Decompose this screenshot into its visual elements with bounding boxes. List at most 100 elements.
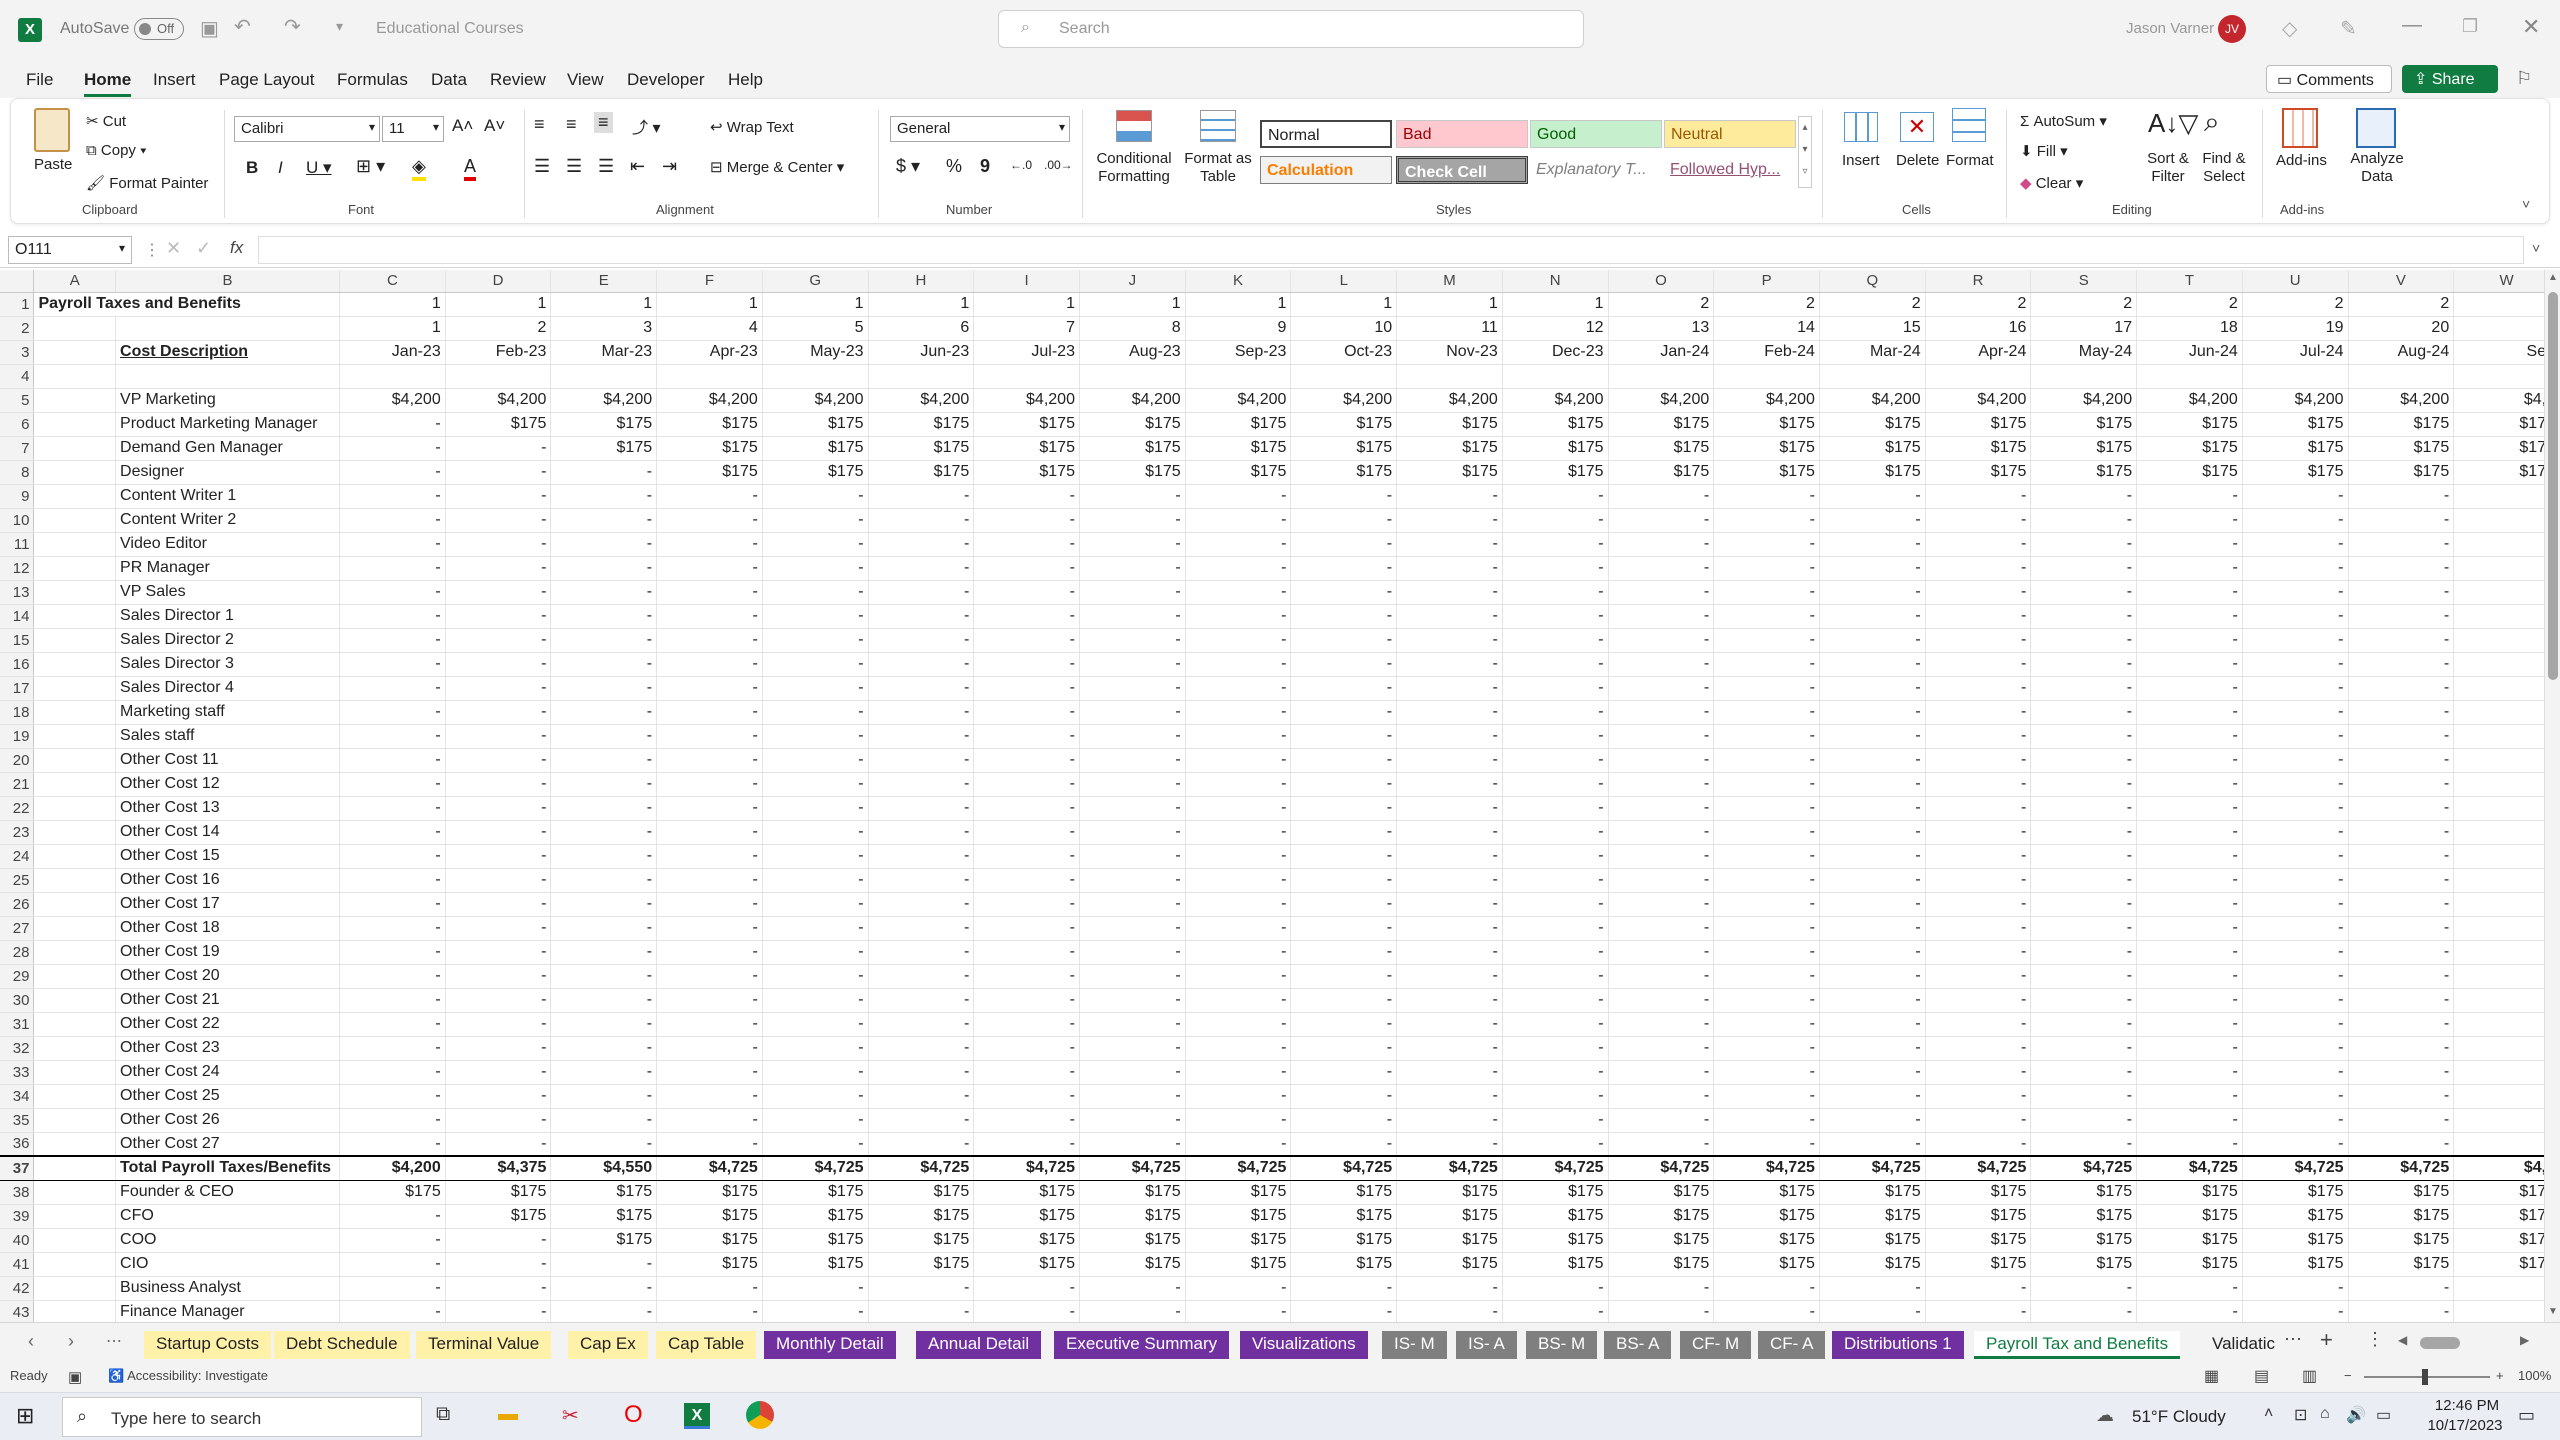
value-cell[interactable]: - <box>550 1060 658 1085</box>
value-cell[interactable]: - <box>1185 916 1292 941</box>
page-layout-view-icon[interactable]: ▤ <box>2254 1366 2269 1386</box>
value-cell[interactable]: $4,200 <box>656 388 763 413</box>
value-cell[interactable]: - <box>2348 796 2455 821</box>
value-cell[interactable]: - <box>762 1276 869 1301</box>
value-cell[interactable]: - <box>1925 964 2032 989</box>
value-cell[interactable]: $175 <box>973 1204 1080 1229</box>
value-cell[interactable]: - <box>1608 484 1715 509</box>
value-cell[interactable] <box>1713 364 1820 389</box>
value-cell[interactable]: - <box>550 1300 658 1322</box>
total-value-cell[interactable]: $4,725 <box>2030 1155 2138 1181</box>
value-cell[interactable]: - <box>1079 580 1186 605</box>
value-cell[interactable]: - <box>868 652 975 677</box>
styles-scroll[interactable]: ▴ ▾ ▿ <box>1798 116 1812 188</box>
cell[interactable] <box>33 820 117 845</box>
value-cell[interactable]: - <box>2136 772 2243 797</box>
value-cell[interactable]: $175 <box>550 436 658 461</box>
cost-label-cell[interactable]: Other Cost 14 <box>115 820 341 845</box>
increase-decimal-icon[interactable]: ←.0 <box>1010 158 1032 172</box>
month-header-cell[interactable]: Apr-23 <box>656 340 763 365</box>
sort-filter-icon[interactable]: A↓▽ <box>2148 108 2198 139</box>
value-cell[interactable]: - <box>1396 484 1503 509</box>
value-cell[interactable]: - <box>339 724 446 749</box>
value-cell[interactable]: $175 <box>445 1204 552 1229</box>
value-cell[interactable]: $175 <box>868 1204 975 1229</box>
value-cell[interactable]: - <box>973 988 1080 1013</box>
value-cell[interactable]: - <box>2348 916 2455 941</box>
value-cell[interactable]: $4,200 <box>1713 388 1820 413</box>
chrome-icon[interactable] <box>746 1401 774 1429</box>
row-header[interactable]: 13 <box>0 580 35 605</box>
value-cell[interactable]: $175 <box>2136 1252 2243 1277</box>
value-cell[interactable]: - <box>2348 964 2455 989</box>
value-cell[interactable]: - <box>1819 532 1926 557</box>
total-value-cell[interactable]: $4,725 <box>1713 1155 1820 1181</box>
currency-icon[interactable]: $ ▾ <box>896 156 920 177</box>
value-cell[interactable]: - <box>1502 1060 1609 1085</box>
value-cell[interactable]: - <box>1925 772 2032 797</box>
value-cell[interactable]: - <box>1502 796 1609 821</box>
value-cell[interactable]: - <box>2030 1300 2138 1322</box>
value-cell[interactable]: - <box>1502 724 1609 749</box>
period-year-cell[interactable]: 2 <box>2348 292 2455 317</box>
value-cell[interactable]: - <box>2242 940 2349 965</box>
value-cell[interactable]: - <box>2136 820 2243 845</box>
value-cell[interactable]: - <box>1396 940 1503 965</box>
network-icon[interactable]: ⌂ <box>2320 1405 2330 1423</box>
cost-label-cell[interactable]: Other Cost 22 <box>115 1012 341 1037</box>
value-cell[interactable]: - <box>339 484 446 509</box>
value-cell[interactable]: - <box>762 628 869 653</box>
style-check-cell[interactable]: Check Cell <box>1396 156 1528 184</box>
value-cell[interactable]: - <box>868 1036 975 1061</box>
format-painter-button[interactable]: 🖌 Format Painter <box>86 174 208 192</box>
value-cell[interactable]: - <box>2348 1036 2455 1061</box>
sheet-tab[interactable]: Annual Detail <box>916 1331 1042 1359</box>
value-cell[interactable]: - <box>2348 892 2455 917</box>
period-year-cell[interactable]: 2 <box>2030 292 2138 317</box>
period-index-cell[interactable]: 15 <box>1819 316 1926 341</box>
value-cell[interactable]: - <box>1713 916 1820 941</box>
value-cell[interactable]: - <box>445 796 552 821</box>
value-cell[interactable]: - <box>1925 1012 2032 1037</box>
value-cell[interactable]: - <box>656 676 763 701</box>
restore-icon[interactable]: ❐ <box>2462 16 2478 37</box>
decrease-decimal-icon[interactable]: .00→ <box>1044 158 1073 172</box>
align-right-icon[interactable]: ☰ <box>598 156 614 177</box>
value-cell[interactable]: - <box>1079 532 1186 557</box>
search-box[interactable]: ⌕ Search <box>998 10 1584 48</box>
value-cell[interactable]: $4,200 <box>1185 388 1292 413</box>
value-cell[interactable]: - <box>339 556 446 581</box>
value-cell[interactable]: - <box>1079 1036 1186 1061</box>
value-cell[interactable] <box>1079 364 1186 389</box>
value-cell[interactable]: - <box>550 748 658 773</box>
autosave-toggle[interactable]: Off <box>134 18 184 40</box>
value-cell[interactable] <box>2136 364 2243 389</box>
value-cell[interactable]: - <box>550 628 658 653</box>
scroll-right-icon[interactable]: ▶ <box>2520 1333 2529 1347</box>
value-cell[interactable]: $4,200 <box>445 388 552 413</box>
value-cell[interactable]: - <box>2136 1036 2243 1061</box>
value-cell[interactable]: - <box>973 724 1080 749</box>
month-header-cell[interactable]: Feb-24 <box>1713 340 1820 365</box>
value-cell[interactable]: - <box>1079 508 1186 533</box>
value-cell[interactable]: - <box>1396 820 1503 845</box>
row-header[interactable]: 29 <box>0 964 35 989</box>
value-cell[interactable]: - <box>1608 532 1715 557</box>
value-cell[interactable]: - <box>1079 556 1186 581</box>
row-header[interactable]: 1 <box>0 292 35 317</box>
value-cell[interactable]: - <box>1713 484 1820 509</box>
format-as-table-button[interactable]: Format as Table <box>1184 150 1252 186</box>
style-bad[interactable]: Bad <box>1396 120 1528 148</box>
value-cell[interactable]: $175 <box>1079 1252 1186 1277</box>
menu-page-layout[interactable]: Page Layout <box>219 70 314 90</box>
value-cell[interactable]: $175 <box>656 412 763 437</box>
value-cell[interactable]: $175 <box>2242 436 2349 461</box>
value-cell[interactable]: $175 <box>2242 1252 2349 1277</box>
value-cell[interactable]: - <box>1396 1036 1503 1061</box>
value-cell[interactable]: - <box>2136 724 2243 749</box>
row-header[interactable]: 9 <box>0 484 35 509</box>
cell[interactable] <box>33 1155 117 1181</box>
value-cell[interactable]: $175 <box>1185 1228 1292 1253</box>
row-header[interactable]: 18 <box>0 700 35 725</box>
value-cell[interactable]: - <box>1079 484 1186 509</box>
